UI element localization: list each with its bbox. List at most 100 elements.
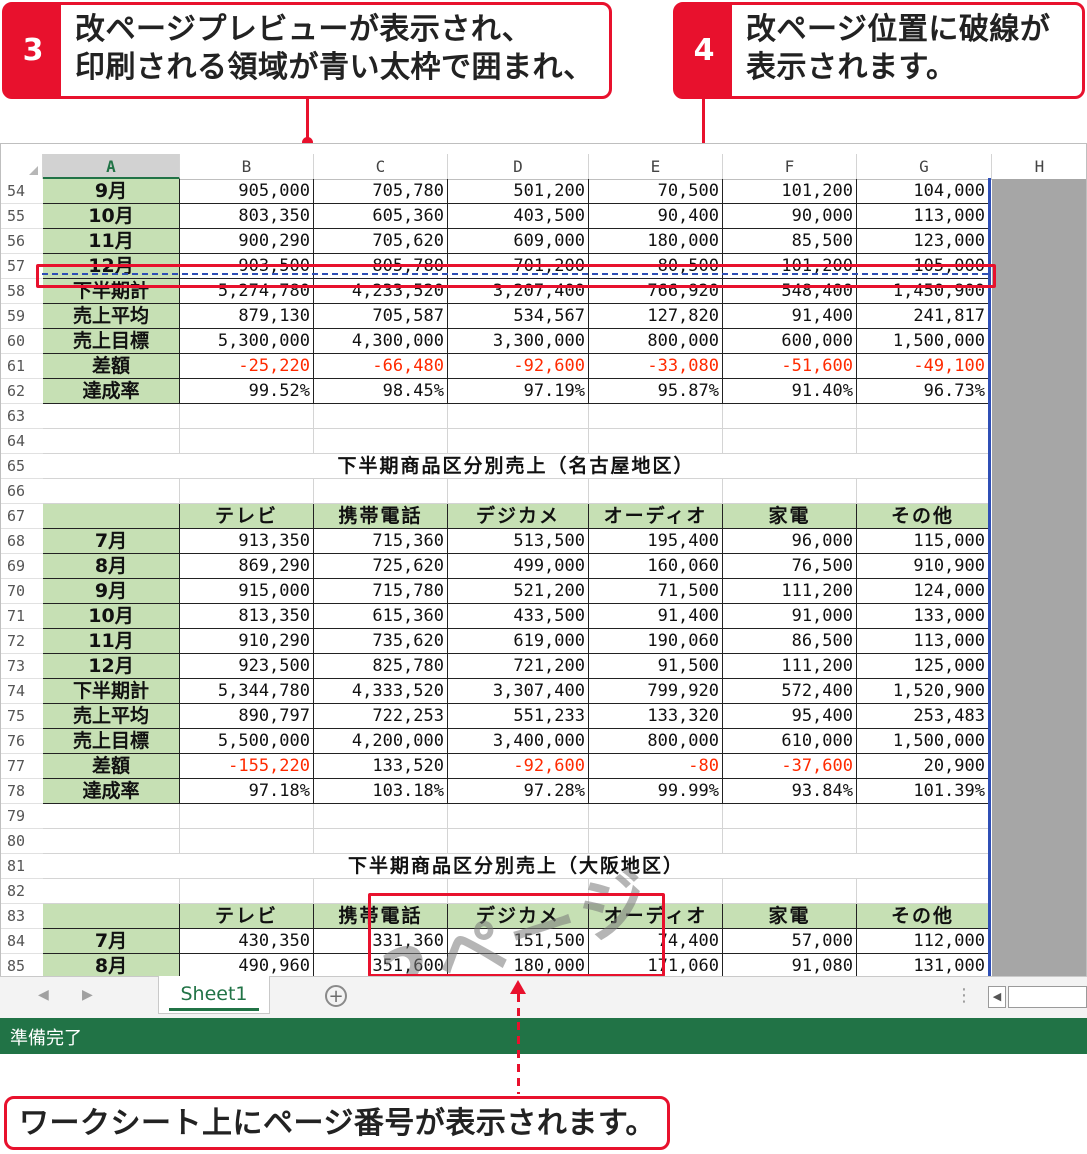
value-cell[interactable]: 534,567: [448, 304, 589, 329]
value-cell[interactable]: 90,400: [589, 204, 723, 229]
column-title-cell[interactable]: デジカメ: [448, 504, 589, 529]
grid-cell[interactable]: [43, 404, 180, 429]
value-cell[interactable]: -49,100: [857, 354, 989, 379]
value-cell[interactable]: 91.40%: [723, 379, 857, 404]
value-cell[interactable]: 610,000: [723, 729, 857, 754]
grid-cell[interactable]: [723, 829, 857, 854]
value-cell[interactable]: 910,290: [180, 629, 314, 654]
row-label-cell[interactable]: 達成率: [43, 779, 180, 804]
column-header-e[interactable]: E: [589, 154, 723, 179]
value-cell[interactable]: 253,483: [857, 704, 989, 729]
value-cell[interactable]: 93.84%: [723, 779, 857, 804]
value-cell[interactable]: 113,000: [857, 629, 989, 654]
value-cell[interactable]: 705,780: [314, 179, 448, 204]
row-header-63[interactable]: 63: [1, 404, 43, 429]
grid-cell[interactable]: [314, 804, 448, 829]
value-cell[interactable]: -33,080: [589, 354, 723, 379]
row-header-74[interactable]: 74: [1, 679, 43, 704]
value-cell[interactable]: 869,290: [180, 554, 314, 579]
row-header-55[interactable]: 55: [1, 204, 43, 229]
value-cell[interactable]: 499,000: [448, 554, 589, 579]
grid-cell[interactable]: [857, 404, 989, 429]
value-cell[interactable]: 5,344,780: [180, 679, 314, 704]
header-corner-cell[interactable]: [43, 504, 180, 529]
value-cell[interactable]: 513,500: [448, 529, 589, 554]
value-cell[interactable]: 910,900: [857, 554, 989, 579]
grid-cell[interactable]: [43, 429, 180, 454]
grid-cell[interactable]: [857, 879, 989, 904]
value-cell[interactable]: 90,000: [723, 204, 857, 229]
value-cell[interactable]: 600,000: [723, 329, 857, 354]
grid-cell[interactable]: [723, 804, 857, 829]
row-label-cell[interactable]: 売上平均: [43, 704, 180, 729]
row-header-64[interactable]: 64: [1, 429, 43, 454]
horizontal-scrollbar[interactable]: [1008, 986, 1087, 1008]
column-header-d[interactable]: D: [448, 154, 589, 179]
value-cell[interactable]: 572,400: [723, 679, 857, 704]
worksheet-grid[interactable]: 9月 905,000 705,780 501,200 70,500 101,200 104,…: [43, 179, 992, 977]
row-label-cell[interactable]: 12月: [43, 654, 180, 679]
value-cell[interactable]: 195,400: [589, 529, 723, 554]
value-cell[interactable]: 4,200,000: [314, 729, 448, 754]
grid-cell[interactable]: [723, 479, 857, 504]
value-cell[interactable]: 91,400: [589, 604, 723, 629]
column-header-f[interactable]: F: [723, 154, 857, 179]
grid-cell[interactable]: [589, 429, 723, 454]
value-cell[interactable]: 98.45%: [314, 379, 448, 404]
row-header-78[interactable]: 78: [1, 779, 43, 804]
tab-scroll-left-icon[interactable]: ◀: [38, 987, 49, 1003]
grid-cell[interactable]: [589, 829, 723, 854]
grid-cell[interactable]: [723, 429, 857, 454]
value-cell[interactable]: 913,350: [180, 529, 314, 554]
value-cell[interactable]: 99.52%: [180, 379, 314, 404]
value-cell[interactable]: -92,600: [448, 354, 589, 379]
row-header-67[interactable]: 67: [1, 504, 43, 529]
value-cell[interactable]: 490,960: [180, 954, 314, 977]
grid-cell[interactable]: [180, 479, 314, 504]
row-label-cell[interactable]: 差額: [43, 354, 180, 379]
value-cell[interactable]: 3,300,000: [448, 329, 589, 354]
row-label-cell[interactable]: 売上目標: [43, 729, 180, 754]
row-header-75[interactable]: 75: [1, 704, 43, 729]
sheet-tab-sheet1[interactable]: Sheet1: [158, 976, 270, 1014]
value-cell[interactable]: 4,300,000: [314, 329, 448, 354]
tab-splitter-icon[interactable]: ⋮: [955, 985, 973, 1006]
value-cell[interactable]: 5,300,000: [180, 329, 314, 354]
column-header-b[interactable]: B: [180, 154, 314, 179]
value-cell[interactable]: 133,520: [314, 754, 448, 779]
row-header-82[interactable]: 82: [1, 879, 43, 904]
value-cell[interactable]: 112,000: [857, 929, 989, 954]
grid-cell[interactable]: [857, 829, 989, 854]
value-cell[interactable]: 180,000: [589, 229, 723, 254]
value-cell[interactable]: -80: [589, 754, 723, 779]
value-cell[interactable]: 76,500: [723, 554, 857, 579]
value-cell[interactable]: 125,000: [857, 654, 989, 679]
value-cell[interactable]: 133,000: [857, 604, 989, 629]
row-header-61[interactable]: 61: [1, 354, 43, 379]
value-cell[interactable]: 800,000: [589, 729, 723, 754]
column-title-cell[interactable]: オーディオ: [589, 504, 723, 529]
value-cell[interactable]: 1,520,900: [857, 679, 989, 704]
grid-cell[interactable]: [180, 404, 314, 429]
value-cell[interactable]: 521,200: [448, 579, 589, 604]
value-cell[interactable]: 890,797: [180, 704, 314, 729]
value-cell[interactable]: 113,000: [857, 204, 989, 229]
grid-cell[interactable]: [448, 404, 589, 429]
grid-cell[interactable]: [43, 479, 180, 504]
row-label-cell[interactable]: 7月: [43, 929, 180, 954]
column-header-a[interactable]: A: [43, 154, 180, 179]
grid-cell[interactable]: [448, 479, 589, 504]
value-cell[interactable]: 101,200: [723, 179, 857, 204]
value-cell[interactable]: 430,350: [180, 929, 314, 954]
value-cell[interactable]: -155,220: [180, 754, 314, 779]
value-cell[interactable]: 127,820: [589, 304, 723, 329]
value-cell[interactable]: 803,350: [180, 204, 314, 229]
row-header-65[interactable]: 65: [1, 454, 43, 479]
value-cell[interactable]: 20,900: [857, 754, 989, 779]
grid-cell[interactable]: [857, 429, 989, 454]
value-cell[interactable]: 111,200: [723, 654, 857, 679]
value-cell[interactable]: 96,000: [723, 529, 857, 554]
value-cell[interactable]: 97.18%: [180, 779, 314, 804]
tab-scroll-right-icon[interactable]: ▶: [82, 987, 93, 1003]
grid-cell[interactable]: [180, 429, 314, 454]
